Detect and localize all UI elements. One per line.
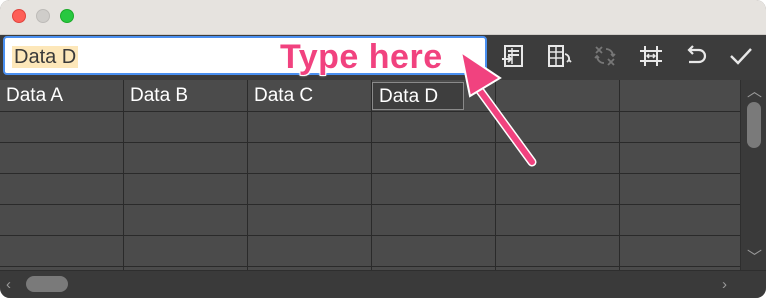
column-header-c[interactable]: Data C xyxy=(248,82,371,110)
apply-button[interactable] xyxy=(726,40,756,72)
vertical-scroll-thumb[interactable] xyxy=(747,102,761,148)
horizontal-scroll-thumb[interactable] xyxy=(26,276,68,292)
scroll-up-icon[interactable]: ︿ xyxy=(747,84,762,99)
swap-columns-button[interactable] xyxy=(544,40,574,72)
undo-button[interactable] xyxy=(680,40,710,72)
cell-size-icon xyxy=(640,46,662,66)
vertical-scrollbar[interactable]: ︿ ﹀ xyxy=(740,80,766,270)
import-data-icon xyxy=(502,45,523,67)
scroll-down-icon[interactable]: ﹀ xyxy=(747,250,762,265)
cell-size-button[interactable] xyxy=(636,40,666,72)
column-header-b[interactable]: Data B xyxy=(124,82,247,110)
transpose-icon xyxy=(594,46,616,66)
horizontal-scrollbar[interactable]: ‹ › xyxy=(0,270,766,298)
swap-columns-icon xyxy=(548,45,572,67)
import-data-button[interactable] xyxy=(498,40,528,72)
column-header-a[interactable]: Data A xyxy=(0,82,123,110)
scroll-right-icon[interactable]: › xyxy=(722,277,727,292)
scroll-left-icon[interactable]: ‹ xyxy=(6,277,11,292)
column-header-d[interactable]: Data D xyxy=(372,82,464,110)
close-button[interactable] xyxy=(12,9,26,23)
zoom-button[interactable] xyxy=(60,9,74,23)
undo-icon xyxy=(687,45,707,64)
transpose-button[interactable] xyxy=(590,40,620,72)
data-grid[interactable]: Data A Data B Data C Data D xyxy=(0,80,740,270)
cell-value-text: Data D xyxy=(12,46,79,68)
annotation-label: Type here xyxy=(280,38,443,76)
minimize-button[interactable] xyxy=(36,9,50,23)
apply-checkmark-icon xyxy=(730,48,752,65)
title-bar xyxy=(0,0,766,35)
